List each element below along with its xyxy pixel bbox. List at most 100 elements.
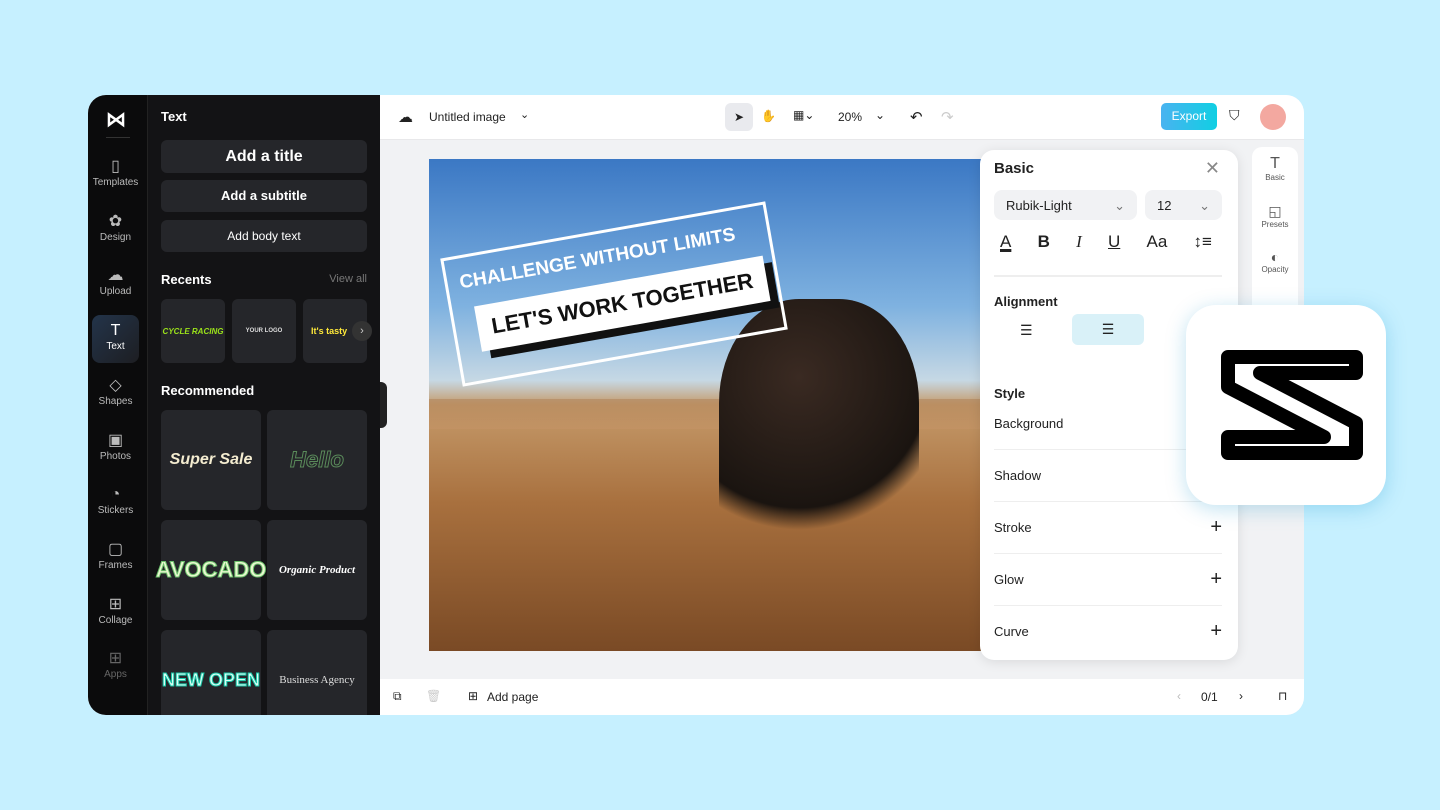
collapse-panel-handle[interactable]: [380, 382, 387, 428]
atv-rider: [719, 299, 919, 559]
basic-tab[interactable]: T Basic: [1252, 155, 1298, 182]
add-page-button[interactable]: Add page: [487, 690, 538, 704]
rail-item-shapes[interactable]: ◇ Shapes: [92, 370, 139, 418]
undo-icon[interactable]: ↶: [910, 108, 923, 126]
style-row-glow[interactable]: Glow +: [994, 553, 1222, 605]
rail-label: Text: [106, 341, 125, 353]
rail-label: Apps: [104, 669, 127, 681]
canvas-image[interactable]: CHALLENGE WITHOUT LIMITS LET'S WORK TOGE…: [429, 159, 981, 651]
add-body-text-button[interactable]: Add body text: [161, 220, 367, 252]
recommended-item[interactable]: Organic Product: [267, 520, 367, 620]
recent-item[interactable]: CYCLE RACING: [161, 299, 225, 363]
next-arrow-icon[interactable]: ›: [352, 321, 372, 341]
left-rail: ⋈ ▯ Templates ✿ Design ☁ Upload T Text ◇ Shapes ▣ P…: [88, 95, 148, 715]
rail-item-upload[interactable]: ☁ Upload: [92, 260, 139, 308]
rail-label: Upload: [99, 286, 132, 298]
recommended-item[interactable]: Hello: [267, 410, 367, 510]
upload-icon: ☁: [107, 267, 124, 285]
text-icon: T: [110, 322, 121, 340]
editor-window: ⋈ ▯ Templates ✿ Design ☁ Upload T Text ◇ Shapes ▣ P…: [88, 95, 1304, 715]
rail-item-frames[interactable]: ▢ Frames: [92, 534, 139, 582]
tab-label: Opacity: [1261, 265, 1289, 274]
page-indicator: 0/1: [1201, 690, 1218, 704]
zoom-chevron-icon[interactable]: ⌄: [875, 108, 885, 122]
recommended-item[interactable]: Business Agency: [267, 630, 367, 715]
plus-icon[interactable]: +: [1210, 620, 1222, 643]
apps-icon: ⊞: [108, 650, 123, 668]
rail-label: Stickers: [97, 505, 134, 517]
add-page-icon[interactable]: ⊞: [468, 689, 478, 703]
presets-tab[interactable]: ◱ Presets: [1252, 203, 1298, 229]
top-bar: ☁ Untitled image ⌄ ➤ ✋ ▦⌄ 20% ⌄ ↶ ↷ Expo…: [380, 95, 1304, 140]
recommended-item[interactable]: Super Sale: [161, 410, 261, 510]
font-value: Rubik-Light: [1006, 198, 1072, 213]
recommended-heading: Recommended: [161, 383, 255, 398]
text-panel: Text Add a title Add a subtitle Add body…: [148, 95, 380, 715]
rail-item-collage[interactable]: ⊞ Collage: [92, 589, 139, 637]
font-size-select[interactable]: 12 ⌄: [1145, 190, 1222, 220]
hand-tool-icon[interactable]: ✋: [761, 109, 776, 123]
pages-icon[interactable]: ⊓: [1278, 689, 1287, 703]
plus-icon[interactable]: +: [1210, 568, 1222, 591]
collage-icon: ⊞: [108, 595, 123, 613]
delete-page-icon[interactable]: 🗑: [426, 689, 441, 703]
redo-icon[interactable]: ↷: [941, 108, 954, 126]
zoom-level[interactable]: 20%: [838, 110, 862, 124]
layout-icon[interactable]: ▦⌄: [793, 108, 814, 122]
rail-item-templates[interactable]: ▯ Templates: [92, 151, 139, 199]
recommended-item[interactable]: AVOCADO: [155, 520, 267, 620]
plus-icon[interactable]: +: [1210, 516, 1222, 539]
rail-label: Design: [99, 231, 132, 243]
document-title[interactable]: Untitled image: [429, 110, 506, 124]
opacity-tab[interactable]: ◐ Opacity: [1252, 249, 1298, 274]
rail-label: Shapes: [98, 395, 133, 407]
capcut-logo-icon: ⋈: [106, 109, 126, 131]
cloud-icon: ☁: [398, 109, 413, 126]
export-button[interactable]: Export: [1161, 103, 1217, 130]
add-subtitle-button[interactable]: Add a subtitle: [161, 180, 367, 212]
style-row-stroke[interactable]: Stroke +: [994, 501, 1222, 553]
row-label: Glow: [994, 572, 1024, 587]
recommended-item[interactable]: NEW OPEN: [161, 630, 261, 715]
font-select[interactable]: Rubik-Light ⌄: [994, 190, 1137, 220]
duplicate-page-icon[interactable]: ⧉: [393, 689, 402, 704]
text-color-icon[interactable]: A: [1000, 232, 1011, 252]
select-tool-icon[interactable]: ➤: [725, 103, 753, 131]
shield-icon[interactable]: ⛉: [1229, 107, 1240, 124]
right-rail: T Basic ◱ Presets ◐ Opacity: [1252, 147, 1298, 317]
row-label: Stroke: [994, 520, 1032, 535]
alignment-heading: Alignment: [994, 294, 1058, 309]
align-left-icon[interactable]: ☰: [1020, 322, 1033, 339]
view-all-link[interactable]: View all: [329, 273, 367, 285]
panel-title: Text: [161, 109, 187, 124]
style-row-curve[interactable]: Curve +: [994, 605, 1222, 657]
props-title: Basic: [994, 160, 1035, 177]
case-icon[interactable]: Aa: [1147, 232, 1168, 252]
text-icon: T: [1270, 155, 1280, 172]
rail-item-design[interactable]: ✿ Design: [92, 206, 139, 254]
templates-icon: ▯: [111, 158, 120, 175]
italic-icon[interactable]: I: [1076, 232, 1082, 252]
rail-item-text[interactable]: T Text: [92, 315, 139, 364]
rail-item-photos[interactable]: ▣ Photos: [92, 425, 139, 473]
bold-icon[interactable]: B: [1038, 232, 1050, 252]
shapes-icon: ◇: [109, 376, 122, 394]
recent-item[interactable]: YOUR LOGO: [232, 299, 296, 363]
add-title-button[interactable]: Add a title: [161, 140, 367, 173]
chevron-down-icon[interactable]: ⌄: [520, 108, 529, 121]
opacity-icon: ◐: [1270, 249, 1280, 265]
rail-item-apps[interactable]: ⊞ Apps: [92, 643, 139, 691]
prev-page-icon[interactable]: ‹: [1177, 689, 1181, 703]
align-center-icon[interactable]: ☰: [1072, 314, 1144, 345]
row-label: Background: [994, 415, 1064, 431]
close-icon[interactable]: ✕: [1205, 158, 1220, 179]
capcut-logo-icon: [1221, 350, 1363, 460]
capcut-logo-card: [1186, 305, 1386, 505]
stickers-icon: ◔: [110, 486, 121, 504]
avatar[interactable]: [1260, 104, 1286, 130]
line-spacing-icon[interactable]: ↕≡: [1194, 232, 1212, 252]
rail-label: Templates: [92, 177, 139, 188]
next-page-icon[interactable]: ›: [1239, 689, 1243, 703]
rail-item-stickers[interactable]: ◔ Stickers: [92, 479, 139, 527]
underline-icon[interactable]: U: [1108, 232, 1120, 252]
